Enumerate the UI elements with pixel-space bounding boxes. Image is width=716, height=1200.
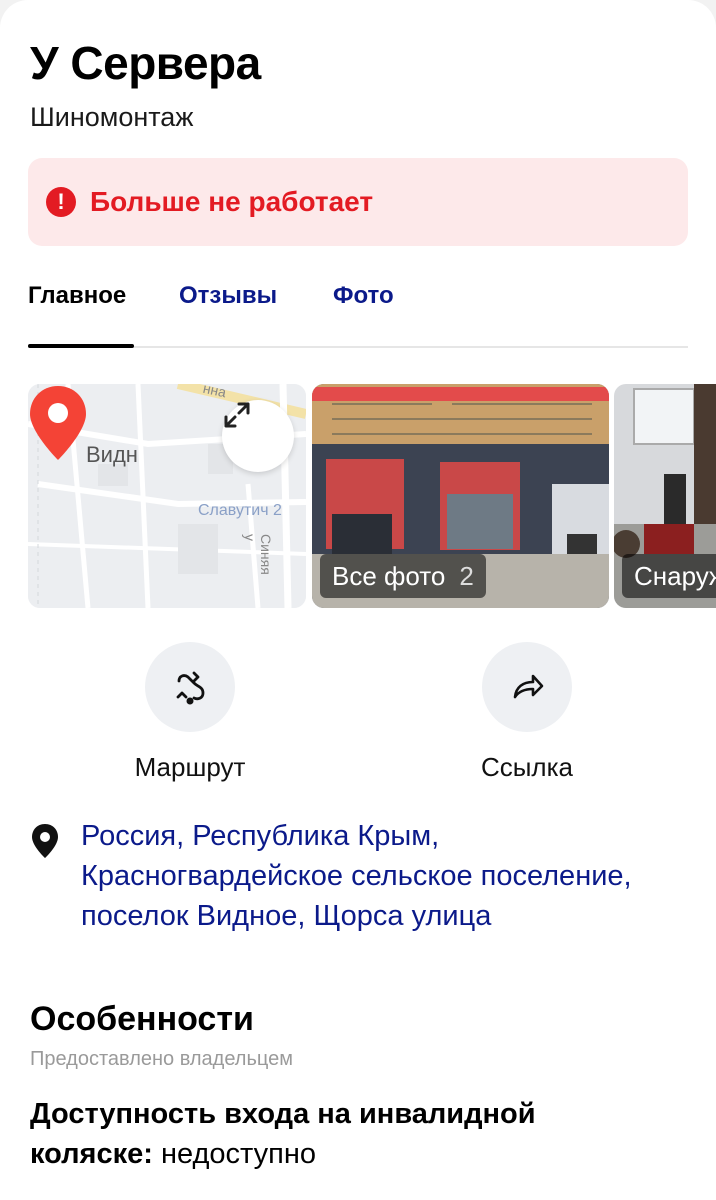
- route-button-circle: [145, 642, 235, 732]
- address-row[interactable]: Россия, Республика Крым, Красногвардейск…: [30, 816, 690, 936]
- closed-status-banner: ! Больше не работает: [28, 158, 688, 246]
- route-icon: [176, 671, 205, 705]
- share-button-circle: [482, 642, 572, 732]
- all-photos-count: 2: [459, 560, 474, 591]
- map-expand-button[interactable]: [222, 400, 294, 472]
- all-photos-label: Все фото 2: [320, 554, 486, 598]
- closed-status-text: Больше не работает: [90, 186, 374, 217]
- outside-photo-label: Снаруж: [622, 554, 716, 598]
- active-tab-indicator: [28, 344, 134, 348]
- share-label: Ссылка: [480, 752, 574, 782]
- accessibility-feature: Доступность входа на инвалидной коляске:…: [30, 1094, 650, 1174]
- map-preview[interactable]: нна Видн Славутич 2 Синяя у: [28, 384, 306, 608]
- address-text[interactable]: Россия, Республика Крым, Красногвардейск…: [81, 816, 690, 936]
- alert-icon: !: [46, 187, 76, 217]
- map-label-street-vertical: Синяя у: [242, 534, 274, 575]
- map-label-village: Видн: [86, 442, 138, 467]
- tab-main[interactable]: Главное: [28, 282, 126, 310]
- features-provided-by: Предоставлено владельцем: [30, 1048, 293, 1070]
- place-category: Шиномонтаж: [30, 102, 194, 132]
- place-title: У Сервера: [30, 37, 261, 89]
- outside-photo-text: Снаруж: [634, 560, 716, 591]
- place-card: У Сервера Шиномонтаж ! Больше не работае…: [0, 0, 716, 1200]
- all-photos-text: Все фото: [332, 560, 446, 591]
- share-link-button[interactable]: Ссылка: [467, 642, 587, 783]
- tab-photo[interactable]: Фото: [333, 282, 394, 310]
- map-label-street: Славутич 2: [198, 502, 282, 519]
- accessibility-value: недоступно: [152, 1138, 316, 1170]
- location-pin-icon: [32, 824, 58, 858]
- tab-bar: Главное Отзывы Фото: [28, 280, 688, 348]
- photo-all[interactable]: Все фото 2: [312, 384, 609, 608]
- features-title: Особенности: [30, 1000, 254, 1038]
- photo-outside[interactable]: Снаруж: [614, 384, 716, 608]
- route-label: Маршрут: [134, 752, 246, 782]
- route-button[interactable]: Маршрут: [130, 642, 250, 783]
- expand-icon: [224, 402, 250, 428]
- tab-reviews[interactable]: Отзывы: [179, 282, 277, 310]
- map-pin-icon: [30, 386, 86, 460]
- share-icon: [513, 674, 544, 699]
